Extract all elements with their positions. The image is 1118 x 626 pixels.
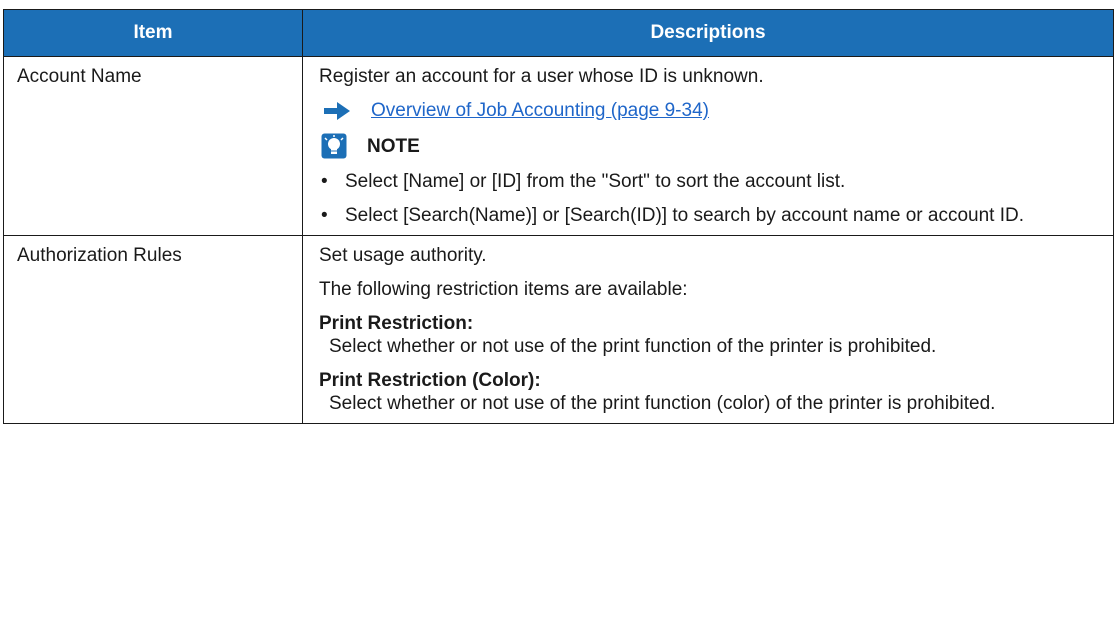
overview-job-accounting-link[interactable]: Overview of Job Accounting (page 9-34): [371, 99, 709, 122]
table-header-row: Item Descriptions: [3, 9, 1114, 57]
description-text: Set usage authority.: [319, 245, 487, 266]
description-cell: Register an account for a user whose ID …: [302, 56, 1114, 236]
bullet-dot: •: [321, 205, 328, 226]
term-name: Print Restriction (Color): [319, 370, 535, 391]
bullet-text: Select [Name] or [ID] from the "Sort" to…: [345, 171, 846, 192]
description-cell: Set usage authority. The following restr…: [302, 235, 1114, 424]
bullet-dot: •: [321, 171, 328, 192]
item-cell-account-name: Account Name: [3, 56, 303, 236]
description-text: Register an account for a user whose ID …: [319, 66, 764, 87]
term-description: Select whether or not use of the print f…: [329, 336, 937, 357]
term-description: Select whether or not use of the print f…: [329, 393, 996, 414]
table-row: Account Name Register an account for a u…: [3, 56, 1114, 236]
note-label: NOTE: [367, 135, 420, 157]
spec-table: Item Descriptions Account Name Register …: [3, 9, 1114, 424]
right-arrow-icon: [324, 101, 350, 120]
table-row: Authorization Rules Set usage authority.…: [3, 235, 1114, 424]
column-header-descriptions: Descriptions: [302, 9, 1114, 57]
reference-link-row: Overview of Job Accounting (page 9-34): [319, 99, 1099, 122]
note-heading: NOTE: [319, 133, 1099, 159]
item-cell-authorization-rules: Authorization Rules: [3, 235, 303, 424]
description-text: The following restriction items are avai…: [319, 279, 688, 300]
list-item: • Select [Name] or [ID] from the "Sort" …: [319, 170, 1099, 193]
term-name: Print Restriction: [319, 313, 467, 334]
bullet-text: Select [Search(Name)] or [Search(ID)] to…: [345, 205, 1025, 226]
column-header-item: Item: [3, 9, 303, 57]
list-item: • Select [Search(Name)] or [Search(ID)] …: [319, 204, 1099, 227]
lightbulb-note-icon: [321, 133, 347, 159]
